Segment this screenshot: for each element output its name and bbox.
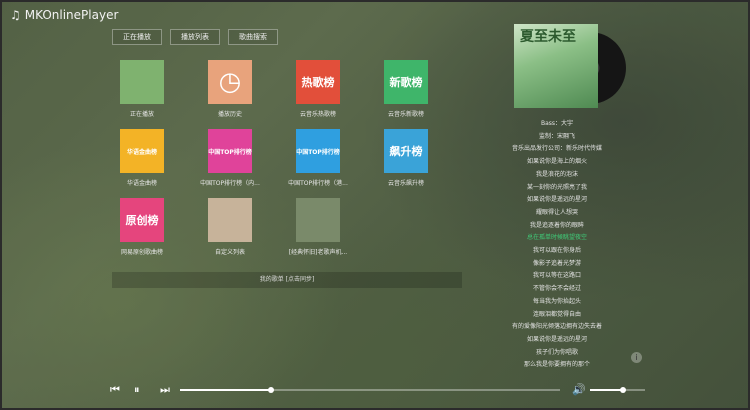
player-controls: ⏮ ⏸ ⏭ 🔊 xyxy=(110,380,650,400)
progress-bar[interactable] xyxy=(180,387,560,393)
main-tabs: 正在播放 播放列表 歌曲搜索 xyxy=(112,29,278,45)
lyric-line: 监制：宋翮飞 xyxy=(538,132,575,140)
playlist-caption: 云音乐新歌榜 xyxy=(387,111,424,118)
tab-playlists[interactable]: 播放列表 xyxy=(170,29,220,45)
lyric-line: 有的爱像阳光倾落边拥有边失去着 xyxy=(511,323,602,331)
playlist-caption: 中国TOP排行榜（港... xyxy=(288,180,348,187)
playlist-tile[interactable]: 中国TOP排行榜中国TOP排行榜（港... xyxy=(283,129,353,187)
lyric-line: 不管你会不会经过 xyxy=(532,285,581,293)
lyric-line: 我可以跟在你身后 xyxy=(532,247,581,255)
playlist-cover xyxy=(296,198,340,242)
playlist-caption: 华语金曲榜 xyxy=(126,180,157,187)
playlist-caption: 网易原创歌曲榜 xyxy=(120,249,163,256)
info-icon[interactable]: i xyxy=(631,352,642,363)
lyric-line: 那么我是你要拥有的那个 xyxy=(523,361,590,369)
playlist-cover: 中国TOP排行榜 xyxy=(208,129,252,173)
previous-icon[interactable]: ⏮ xyxy=(110,383,120,397)
playlist-cover-text: 中国TOP排行榜 xyxy=(296,148,340,156)
playlist-caption: 自定义列表 xyxy=(214,249,245,256)
playlist-caption: 云音乐飙升榜 xyxy=(387,180,424,187)
progress-handle[interactable] xyxy=(268,387,275,393)
playlist-cover: ◷ xyxy=(208,60,252,104)
album-title: 夏至未至 xyxy=(520,29,576,45)
tab-search[interactable]: 歌曲搜索 xyxy=(228,29,278,45)
playlist-tile[interactable]: ◷ 播放历史 xyxy=(195,60,265,118)
app-logo[interactable]: ♫ MKOnlinePlayer xyxy=(10,8,118,22)
playlist-cover: 中国TOP排行榜 xyxy=(296,129,340,173)
playlist-tile[interactable]: 华语金曲榜 华语金曲榜 xyxy=(107,129,177,187)
next-icon[interactable]: ⏭ xyxy=(160,383,170,397)
playlist-cover-text: 新歌榜 xyxy=(389,76,423,89)
lyric-line: 耀眼得让人想哭 xyxy=(535,208,578,216)
player-window: ♫ MKOnlinePlayer 正在播放 播放列表 歌曲搜索 正在播放 ◷ 播放历… xyxy=(0,0,750,410)
playlist-cover xyxy=(208,198,252,242)
volume-handle[interactable] xyxy=(620,387,626,393)
music-note-icon: ♫ xyxy=(10,8,21,22)
lyric-line-active: 总在孤单时候眺望夜空 xyxy=(526,234,587,242)
playlist-caption: 云音乐热歌榜 xyxy=(299,111,336,118)
app-title: MKOnlinePlayer xyxy=(24,8,119,22)
my-music-sync-button[interactable]: 我的歌单 [点击同步] xyxy=(112,272,462,288)
lyric-line: 我是浪花的泡沫 xyxy=(535,170,578,178)
playlist-cover-text: 飙升榜 xyxy=(389,145,423,158)
playlist-cover: 新歌榜 xyxy=(384,60,428,104)
playlist-caption: [经典怀旧]老歌声机... xyxy=(288,249,348,256)
lyric-line: 连眼泪都觉得自由 xyxy=(532,310,581,318)
playlist-tile[interactable]: 自定义列表 xyxy=(195,198,265,256)
volume-fill xyxy=(590,389,623,391)
lyrics-panel: Bass：大宇 监制：宋翮飞音乐出品发行公司：新乐时代传媒 如果说你是海上的烟火 我是… xyxy=(482,118,632,372)
playlist-tile[interactable]: 原创榜网易原创歌曲榜 xyxy=(107,198,177,256)
clock-history-icon: ◷ xyxy=(218,67,242,97)
lyric-line: 音乐出品发行公司：新乐时代传媒 xyxy=(511,145,602,153)
tab-now-playing[interactable]: 正在播放 xyxy=(112,29,162,45)
lyric-line: Bass：大宇 xyxy=(540,120,574,127)
volume-icon[interactable]: 🔊 xyxy=(572,383,586,396)
playlist-cover: 飙升榜 xyxy=(384,129,428,173)
album-cover-area: 夏至未至 xyxy=(514,24,626,108)
album-art: 夏至未至 xyxy=(514,24,598,108)
lyric-line: 我可以等在这路口 xyxy=(532,272,581,280)
playlist-cover: 热歌榜 xyxy=(296,60,340,104)
lyric-line: 某一刻你的光照亮了我 xyxy=(526,183,587,191)
playlist-caption: 播放历史 xyxy=(217,111,242,118)
progress-fill xyxy=(180,389,272,391)
lyric-line: 每当我为你抬起头 xyxy=(532,297,581,305)
pause-icon[interactable]: ⏸ xyxy=(134,383,140,397)
playlist-tile[interactable]: 新歌榜 云音乐新歌榜 xyxy=(371,60,441,118)
lyric-line: 如果说你是海上的烟火 xyxy=(526,158,587,166)
playlist-tile[interactable]: 中国TOP排行榜中国TOP排行榜（内... xyxy=(195,129,265,187)
lyric-line: 如果说你是遥远的星河 xyxy=(526,335,587,343)
playlist-cover: 华语金曲榜 xyxy=(120,129,164,173)
lyric-line: 我是追逐着你的眼眸 xyxy=(529,221,584,229)
lyric-line: 如果说你是遥远的星河 xyxy=(526,196,587,204)
playlist-caption: 中国TOP排行榜（内... xyxy=(200,180,260,187)
playlist-tile[interactable]: [经典怀旧]老歌声机... xyxy=(283,198,353,256)
playlist-cover: 原创榜 xyxy=(120,198,164,242)
playlist-cover xyxy=(120,60,164,104)
playlist-cover-text: 热歌榜 xyxy=(301,76,335,89)
lyric-line: 像影子追着光梦游 xyxy=(532,259,581,267)
playlist-tile[interactable]: 飙升榜 云音乐飙升榜 xyxy=(371,129,441,187)
lyric-line: 孩子们为你唱歌 xyxy=(535,348,578,356)
volume-slider[interactable] xyxy=(590,387,645,393)
playlist-tile[interactable]: 热歌榜 云音乐热歌榜 xyxy=(283,60,353,118)
playlist-cover-text: 华语金曲榜 xyxy=(126,148,157,156)
playlist-caption: 正在播放 xyxy=(129,111,154,118)
playlist-cover-text: 原创榜 xyxy=(125,214,159,227)
playlist-cover-text: 中国TOP排行榜 xyxy=(208,148,252,156)
playlist-tile[interactable]: 正在播放 xyxy=(107,60,177,118)
